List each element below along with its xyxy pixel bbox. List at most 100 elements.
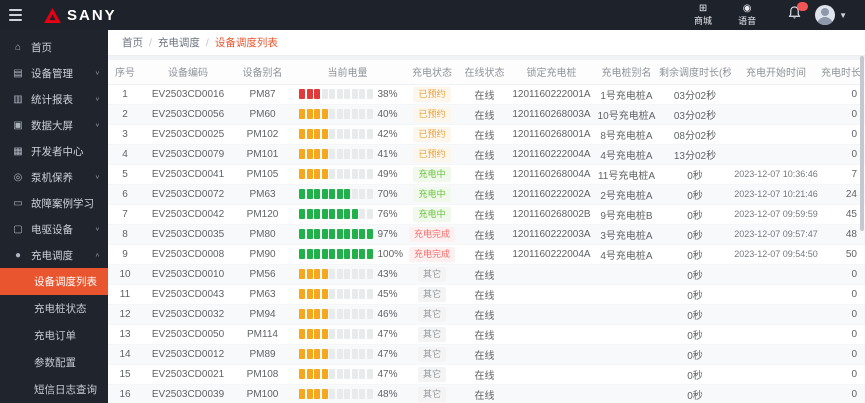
sidebar-item[interactable]: ●充电调度∧ — [0, 242, 108, 268]
sidebar-subitem[interactable]: 设备调度列表 — [0, 268, 108, 295]
table-row[interactable]: 8EV2503CD0035PM8097%充电完成在线1201160222003A… — [108, 224, 865, 244]
table-row[interactable]: 12EV2503CD0032PM9446%其它在线0秒0 — [108, 304, 865, 324]
cell-battery: 97% — [291, 224, 404, 244]
cell-no: 11 — [108, 284, 142, 304]
sidebar-item[interactable]: ◎泵机保养∨ — [0, 164, 108, 190]
cell-charge-status: 已预约 — [404, 104, 460, 124]
topbar-action-mall[interactable]: ⊞商城 — [694, 4, 712, 26]
cell-locked-pile — [509, 304, 594, 324]
battery-indicator: 38% — [293, 89, 402, 100]
topbar-actions: ⊞商城 ◉语音 ▼ — [694, 4, 865, 26]
avatar[interactable] — [815, 5, 835, 25]
sidebar-item[interactable]: ▣数据大屏∨ — [0, 112, 108, 138]
scrollbar-thumb[interactable] — [860, 56, 864, 231]
cell-online-status: 在线 — [460, 224, 509, 244]
status-badge: 其它 — [418, 267, 446, 282]
sidebar-item[interactable]: ▤设备管理∨ — [0, 60, 108, 86]
sidebar-item[interactable]: ▭故障案例学习 — [0, 190, 108, 216]
sidebar-toggle-icon[interactable] — [0, 0, 30, 30]
table-row[interactable]: 2EV2503CD0056PM6040%已预约在线1201160268003A1… — [108, 104, 865, 124]
maintenance-icon: ◎ — [12, 172, 24, 183]
table-row[interactable]: 3EV2503CD0025PM10242%已预约在线1201160268001A… — [108, 124, 865, 144]
battery-indicator: 45% — [293, 289, 402, 300]
cell-pile-alias: 10号充电桩A — [594, 104, 659, 124]
cell-remaining-time: 0秒 — [659, 324, 731, 344]
cell-online-status: 在线 — [460, 104, 509, 124]
status-badge: 其它 — [418, 287, 446, 302]
battery-percent: 48% — [378, 389, 398, 400]
battery-indicator: 43% — [293, 269, 402, 280]
battery-indicator: 46% — [293, 309, 402, 320]
cell-remaining-time: 0秒 — [659, 244, 731, 264]
cell-no: 6 — [108, 184, 142, 204]
cell-device-code: EV2503CD0035 — [142, 224, 234, 244]
battery-percent: 45% — [378, 289, 398, 300]
cell-start-time — [731, 384, 821, 403]
table-row[interactable]: 9EV2503CD0008PM90100%充电完成在线1201160222004… — [108, 244, 865, 264]
device-manage-icon: ▤ — [12, 68, 24, 79]
cell-start-time: 2023-12-07 09:57:47 — [731, 224, 821, 244]
table-row[interactable]: 15EV2503CD0021PM10847%其它在线0秒0 — [108, 364, 865, 384]
device-dispatch-table-card: 序号设备编码设备别名当前电量充电状态在线状态锁定充电桩充电桩别名剩余调度时长(秒… — [108, 60, 865, 403]
cell-charge-status: 充电中 — [404, 204, 460, 224]
battery-percent: 43% — [378, 269, 398, 280]
sidebar-item[interactable]: ▦开发者中心 — [0, 138, 108, 164]
cell-charge-status: 其它 — [404, 284, 460, 304]
battery-bars-icon — [299, 269, 373, 279]
status-badge: 充电中 — [413, 207, 450, 222]
device-dispatch-table: 序号设备编码设备别名当前电量充电状态在线状态锁定充电桩充电桩别名剩余调度时长(秒… — [108, 60, 865, 403]
cell-no: 3 — [108, 124, 142, 144]
notification-badge — [797, 2, 808, 11]
table-row[interactable]: 13EV2503CD0050PM11447%其它在线0秒0 — [108, 324, 865, 344]
cell-device-code: EV2503CD0008 — [142, 244, 234, 264]
chevron-down-icon[interactable]: ▼ — [839, 11, 847, 20]
table-row[interactable]: 5EV2503CD0041PM10549%充电中在线1201160268004A… — [108, 164, 865, 184]
sidebar: ⌂首页▤设备管理∨▥统计报表∨▣数据大屏∨▦开发者中心◎泵机保养∨▭故障案例学习… — [0, 30, 108, 403]
table-row[interactable]: 6EV2503CD0072PM6370%充电中在线1201160222002A2… — [108, 184, 865, 204]
data-screen-icon: ▣ — [12, 120, 24, 131]
battery-percent: 41% — [378, 149, 398, 160]
topbar-action-voice[interactable]: ◉语音 — [738, 4, 756, 26]
sidebar-item-label: 充电调度 — [31, 248, 73, 263]
chevron-down-icon: ∨ — [95, 226, 100, 232]
battery-percent: 47% — [378, 369, 398, 380]
cell-online-status: 在线 — [460, 244, 509, 264]
breadcrumb-section[interactable]: 充电调度 — [158, 35, 200, 50]
cell-online-status: 在线 — [460, 344, 509, 364]
table-row[interactable]: 4EV2503CD0079PM10141%已预约在线1201160222004A… — [108, 144, 865, 164]
notification-bell-icon[interactable] — [788, 6, 801, 25]
table-row[interactable]: 1EV2503CD0016PM8738%已预约在线1201160222001A1… — [108, 84, 865, 104]
battery-indicator: 47% — [293, 369, 402, 380]
table-row[interactable]: 11EV2503CD0043PM6345%其它在线0秒0 — [108, 284, 865, 304]
cell-no: 4 — [108, 144, 142, 164]
battery-bars-icon — [299, 349, 373, 359]
report-icon: ▥ — [12, 94, 24, 105]
cell-battery: 47% — [291, 364, 404, 384]
table-row[interactable]: 10EV2503CD0010PM5643%其它在线0秒0 — [108, 264, 865, 284]
cell-charge-duration: 0 — [821, 284, 865, 304]
cell-device-alias: PM56 — [234, 264, 291, 284]
sidebar-subitem[interactable]: 短信日志查询 — [0, 376, 108, 403]
sidebar-item[interactable]: ▢电驱设备∨ — [0, 216, 108, 242]
cell-charge-duration: 45 — [821, 204, 865, 224]
charge-dispatch-icon: ● — [12, 250, 24, 261]
battery-percent: 70% — [378, 189, 398, 200]
sidebar-subitem[interactable]: 参数配置 — [0, 349, 108, 376]
sidebar-subitem[interactable]: 充电桩状态 — [0, 295, 108, 322]
column-header: 充电时长 — [821, 60, 865, 84]
sidebar-subitem[interactable]: 充电订单 — [0, 322, 108, 349]
sidebar-item[interactable]: ⌂首页 — [0, 34, 108, 60]
cell-locked-pile: 1201160268003A — [509, 104, 594, 124]
breadcrumb-home[interactable]: 首页 — [122, 35, 143, 50]
table-row[interactable]: 7EV2503CD0042PM12076%充电中在线1201160268002B… — [108, 204, 865, 224]
table-row[interactable]: 16EV2503CD0039PM10048%其它在线0秒0 — [108, 384, 865, 403]
cell-charge-status: 其它 — [404, 304, 460, 324]
table-row[interactable]: 14EV2503CD0012PM8947%其它在线0秒0 — [108, 344, 865, 364]
cell-remaining-time: 0秒 — [659, 364, 731, 384]
cell-device-alias: PM60 — [234, 104, 291, 124]
sany-triangle-icon — [44, 8, 61, 23]
battery-bars-icon — [299, 109, 373, 119]
sidebar-item[interactable]: ▥统计报表∨ — [0, 86, 108, 112]
cell-locked-pile — [509, 284, 594, 304]
cell-pile-alias — [594, 264, 659, 284]
